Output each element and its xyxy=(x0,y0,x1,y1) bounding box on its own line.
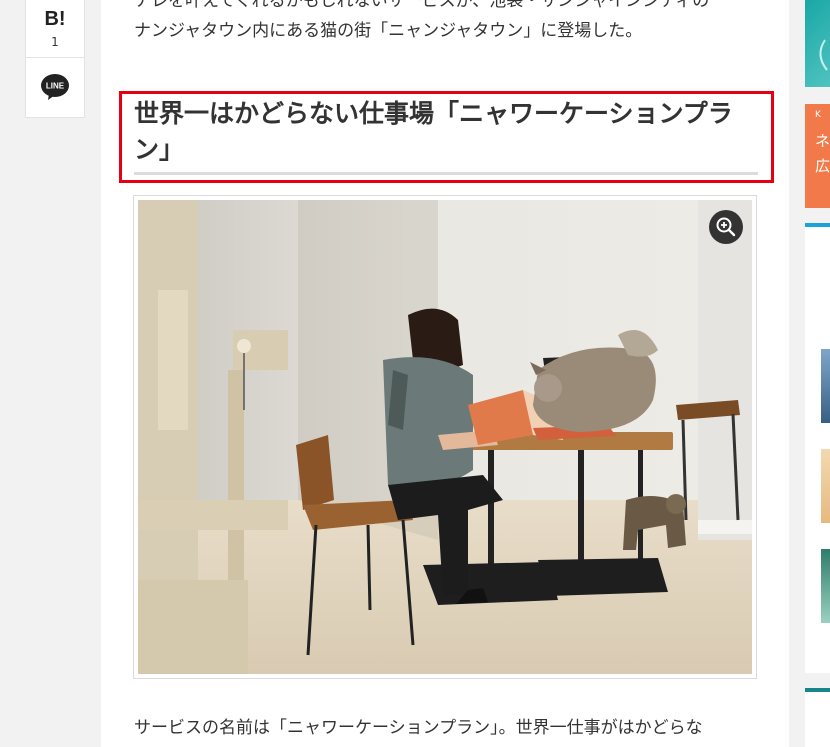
hatena-bookmark-count: 1 xyxy=(51,34,59,49)
article-photo xyxy=(138,200,752,674)
article-body: ナレを叶えてくれるかもしれないサービスが、池袋・サンシャインシティの ナンジャタ… xyxy=(101,0,789,747)
zoom-in-icon xyxy=(716,217,736,237)
zoom-button[interactable] xyxy=(709,210,743,244)
banner-decoration-icon xyxy=(819,39,828,71)
intro-line-1: ナレを叶えてくれるかもしれないサービスが、池袋・サンシャインシティの xyxy=(134,0,710,11)
sidebar-thumb-2[interactable] xyxy=(821,449,830,523)
sidebar-thumb-3[interactable] xyxy=(821,549,830,623)
sidebar-ad-banner[interactable]: K ネ 広 xyxy=(805,104,830,208)
sidebar-ad-tag: K xyxy=(815,110,821,120)
sidebar-ad-text-2: 広 xyxy=(815,157,830,175)
right-sidebar: K ネ 広 xyxy=(805,0,830,747)
article-figure[interactable] xyxy=(133,195,757,679)
sidebar-ad-text-1: ネ xyxy=(815,132,830,150)
sidebar-widget xyxy=(805,223,830,673)
sidebar-widget-bottom xyxy=(805,688,830,747)
intro-line-2: ナンジャタウン内にある猫の街「ニャンジャタウン」に登場した。 xyxy=(134,21,643,41)
sidebar-banner-top[interactable] xyxy=(805,0,830,87)
body-paragraph: サービスの名前は「ニャワーケーションプラン」。世界一仕事がはかどらな xyxy=(134,718,703,738)
line-icon: LINE xyxy=(41,74,69,100)
hatena-bookmark-button[interactable]: B! 1 xyxy=(26,0,84,58)
sidebar-thumb-1[interactable] xyxy=(821,349,830,423)
section-heading: 世界一はかどらない仕事場「ニャワーケーションプラン」 xyxy=(134,96,758,175)
line-icon-label: LINE xyxy=(46,82,65,91)
share-column: B! 1 LINE xyxy=(25,0,85,118)
line-share-button[interactable]: LINE xyxy=(26,58,84,116)
hatena-bookmark-icon: B! xyxy=(44,7,66,30)
intro-paragraph: ナレを叶えてくれるかもしれないサービスが、池袋・サンシャインシティの ナンジャタ… xyxy=(134,0,754,46)
